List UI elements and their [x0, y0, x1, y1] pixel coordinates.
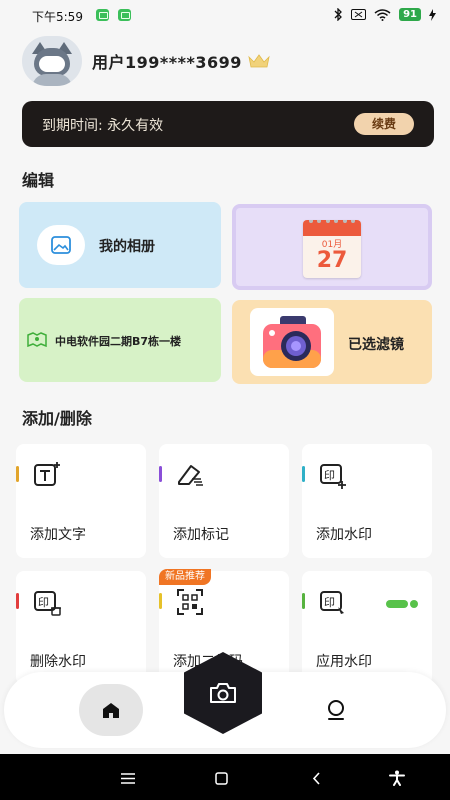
battery-level: 91 [399, 8, 421, 21]
menu-icon [121, 772, 135, 784]
username: 用户199****3699 [92, 53, 242, 72]
tool-label: 删除水印 [30, 654, 86, 670]
tool-add-text[interactable]: 添加文字 [16, 444, 146, 558]
back-nav-button[interactable] [305, 767, 327, 789]
qr-code-icon [177, 589, 203, 615]
home-nav-button[interactable] [210, 767, 232, 789]
tool-add-mark[interactable]: 添加标记 [159, 444, 289, 558]
profile-icon [328, 700, 344, 720]
tab-home[interactable] [79, 684, 143, 736]
accent-bar [302, 593, 305, 609]
bluetooth-icon [334, 8, 342, 21]
sim-off-icon [351, 9, 367, 20]
accent-bar [16, 593, 19, 609]
add-text-icon [34, 462, 60, 486]
tool-remove-watermark[interactable]: 印 删除水印 [16, 571, 146, 685]
calendar-day: 27 [316, 248, 348, 273]
watermark-add-icon: 印 [320, 464, 346, 489]
tool-label: 添加水印 [316, 527, 372, 543]
accessibility-icon [389, 770, 405, 786]
camera-icon [210, 683, 236, 703]
album-label: 我的相册 [99, 239, 155, 255]
accent-bar [16, 466, 19, 482]
status-bar: 下午5:59 91 [0, 0, 450, 32]
image-icon [51, 236, 71, 254]
menu-button[interactable] [117, 767, 139, 789]
album-icon-wrap [37, 225, 85, 265]
home-icon [103, 703, 119, 718]
section-title-tools: 添加/删除 [22, 409, 92, 428]
back-icon [312, 771, 320, 785]
accent-bar [302, 466, 305, 482]
svg-text:印: 印 [324, 596, 335, 609]
tool-label: 添加文字 [30, 527, 86, 543]
eraser-pen-icon [178, 465, 203, 486]
tool-label: 添加标记 [173, 527, 229, 543]
tab-profile[interactable] [322, 696, 350, 724]
section-title-edit: 编辑 [22, 171, 55, 190]
accessibility-button[interactable] [386, 767, 408, 789]
notification-icon [118, 9, 131, 21]
calendar-icon: 01月 27 [303, 220, 361, 278]
square-icon [214, 771, 228, 785]
renew-button[interactable]: 续费 [354, 113, 414, 135]
charging-icon [429, 8, 436, 21]
svg-text:印: 印 [324, 469, 335, 482]
status-time: 下午5:59 [32, 10, 83, 24]
filter-card[interactable]: 已选滤镜 [232, 300, 432, 384]
filter-camera-icon [250, 308, 334, 376]
filter-label: 已选滤镜 [348, 337, 404, 353]
apply-toggle[interactable] [386, 600, 418, 608]
location-card[interactable]: 中电软件园二期B7栋一楼 [19, 298, 221, 382]
my-album-card[interactable]: 我的相册 [19, 202, 221, 288]
accent-bar [159, 466, 162, 482]
wifi-icon [374, 8, 391, 21]
location-label: 中电软件园二期B7栋一楼 [55, 335, 182, 348]
watermark-apply-icon: 印 [320, 591, 344, 614]
profile-header[interactable]: 用户199****3699 [22, 36, 270, 86]
tool-label: 应用水印 [316, 654, 372, 670]
vip-status-bar: 到期时间: 永久有效 续费 [22, 101, 434, 147]
notification-icon [96, 9, 109, 21]
vip-crown-icon [248, 54, 270, 68]
tool-add-watermark[interactable]: 印 添加水印 [302, 444, 432, 558]
avatar[interactable] [22, 36, 82, 86]
expiry-text: 到期时间: 永久有效 [42, 118, 164, 134]
watermark-delete-icon: 印 [34, 591, 61, 616]
location-map-icon [27, 332, 47, 347]
date-card[interactable]: 01月 27 [232, 204, 432, 290]
system-nav-bar [0, 754, 450, 800]
new-badge: 新品推荐 [159, 569, 211, 585]
accent-bar [159, 593, 162, 609]
svg-text:印: 印 [38, 596, 49, 609]
tool-apply-watermark[interactable]: 印 应用水印 [302, 571, 432, 685]
